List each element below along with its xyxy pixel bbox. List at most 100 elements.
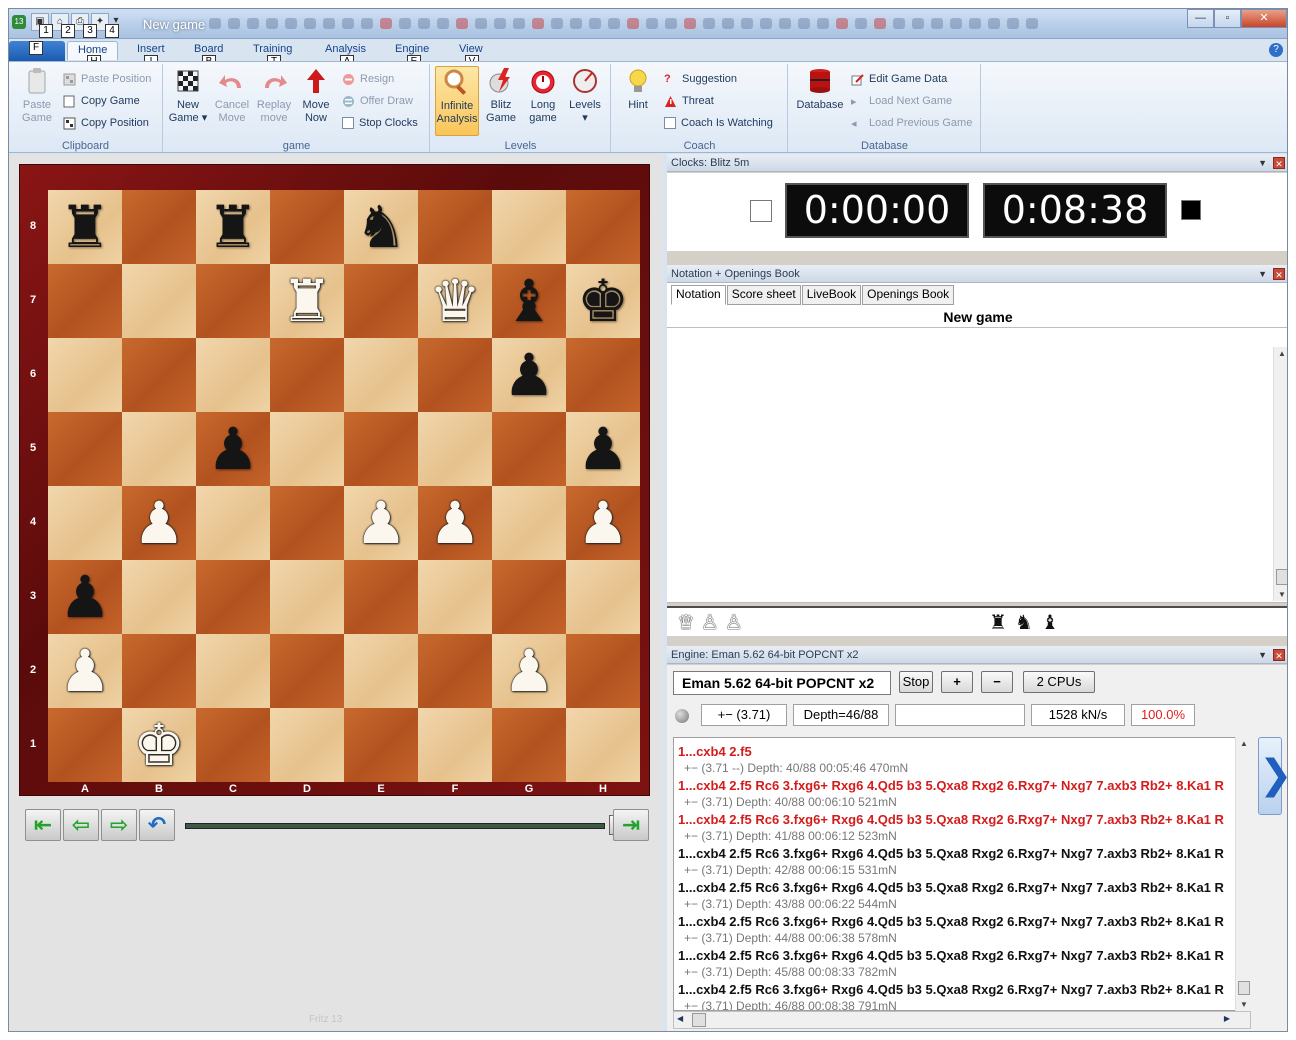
square-d7[interactable]: ♜ xyxy=(270,264,344,338)
coach-is-watching-check[interactable] xyxy=(664,117,676,129)
engine-variation-line[interactable]: 1...cxb4 2.f5 Rc6 3.fxg6+ Rxg6 4.Qd5 b3 … xyxy=(678,778,1224,793)
tab-analysis[interactable]: Analysis xyxy=(325,43,366,55)
resign-button[interactable]: Resign xyxy=(342,70,394,88)
scroll-down-icon[interactable]: ▼ xyxy=(1236,1000,1252,1009)
square-b5[interactable] xyxy=(122,412,196,486)
square-c5[interactable]: ♟ xyxy=(196,412,270,486)
white-queen-piece[interactable]: ♛ xyxy=(429,272,481,330)
white-pawn-piece[interactable]: ♟ xyxy=(503,642,555,700)
square-b2[interactable] xyxy=(122,634,196,708)
square-b3[interactable] xyxy=(122,560,196,634)
engine-expand-icon[interactable]: ❯ xyxy=(1258,737,1287,815)
square-g7[interactable]: ♝ xyxy=(492,264,566,338)
square-e5[interactable] xyxy=(344,412,418,486)
square-a5[interactable] xyxy=(48,412,122,486)
black-pawn-piece[interactable]: ♟ xyxy=(577,420,629,478)
square-d6[interactable] xyxy=(270,338,344,412)
scroll-right-icon[interactable]: ▶ xyxy=(1224,1014,1230,1023)
engine-variation-line[interactable]: 1...cxb4 2.f5 Rc6 3.fxg6+ Rxg6 4.Qd5 b3 … xyxy=(678,982,1224,997)
load-next-game-button[interactable]: ▸ Load Next Game xyxy=(851,92,952,110)
square-g8[interactable] xyxy=(492,190,566,264)
square-a8[interactable]: ♜ xyxy=(48,190,122,264)
square-h6[interactable] xyxy=(566,338,640,412)
tab-notation[interactable]: Notation xyxy=(671,285,726,305)
scroll-left-icon[interactable]: ◀ xyxy=(677,1014,683,1023)
help-icon[interactable]: ? xyxy=(1269,43,1283,57)
engine-horizontal-scrollbar[interactable]: ◀ ▶ xyxy=(673,1011,1251,1029)
black-pawn-piece[interactable]: ♟ xyxy=(503,346,555,404)
levels-button[interactable]: Levels ▾ xyxy=(563,66,607,125)
square-g3[interactable] xyxy=(492,560,566,634)
long-game-button[interactable]: Long game xyxy=(521,66,565,125)
square-b4[interactable]: ♟ xyxy=(122,486,196,560)
square-a4[interactable] xyxy=(48,486,122,560)
black-pawn-piece[interactable]: ♟ xyxy=(59,568,111,626)
forward-button[interactable]: ⇨ xyxy=(101,809,137,841)
black-knight-piece[interactable]: ♞ xyxy=(355,198,407,256)
notation-scrollbar[interactable]: ▲ ▼ xyxy=(1273,347,1287,601)
square-c2[interactable] xyxy=(196,634,270,708)
tab-score-sheet[interactable]: Score sheet xyxy=(726,285,801,305)
remove-line-button[interactable]: − xyxy=(981,671,1013,693)
square-f1[interactable] xyxy=(418,708,492,782)
engine-variation-line[interactable]: 1...cxb4 2.f5 Rc6 3.fxg6+ Rxg6 4.Qd5 b3 … xyxy=(678,948,1224,963)
tab-livebook[interactable]: LiveBook xyxy=(801,285,862,305)
database-button[interactable]: Database xyxy=(795,66,845,112)
cpus-button[interactable]: 2 CPUs xyxy=(1023,671,1095,693)
square-a1[interactable] xyxy=(48,708,122,782)
scroll-thumb[interactable] xyxy=(1238,981,1250,995)
replay-move-button[interactable]: Replay move xyxy=(252,66,296,125)
hscroll-thumb[interactable] xyxy=(692,1013,706,1027)
move-slider-track[interactable] xyxy=(185,823,605,829)
square-g1[interactable] xyxy=(492,708,566,782)
infinite-analysis-button[interactable]: Infinite Analysis xyxy=(435,66,479,136)
square-h1[interactable] xyxy=(566,708,640,782)
white-pawn-piece[interactable]: ♟ xyxy=(59,642,111,700)
back-button[interactable]: ⇦ xyxy=(63,809,99,841)
white-pawn-piece[interactable]: ♟ xyxy=(429,494,481,552)
engine-name-field[interactable]: Eman 5.62 64-bit POPCNT x2 xyxy=(673,671,891,695)
engine-stop-button[interactable]: Stop xyxy=(899,671,933,693)
square-e6[interactable] xyxy=(344,338,418,412)
square-e3[interactable] xyxy=(344,560,418,634)
stop-clocks-check[interactable] xyxy=(342,117,354,129)
white-king-piece[interactable]: ♚ xyxy=(133,716,185,774)
cancel-move-button[interactable]: Cancel Move xyxy=(210,66,254,125)
square-a3[interactable]: ♟ xyxy=(48,560,122,634)
threat-button[interactable]: Threat xyxy=(664,92,714,110)
paste-game-button[interactable]: Paste Game xyxy=(15,66,59,125)
suggestion-button[interactable]: ? Suggestion xyxy=(664,70,737,88)
square-f2[interactable] xyxy=(418,634,492,708)
square-f6[interactable] xyxy=(418,338,492,412)
hint-button[interactable]: Hint xyxy=(616,66,660,112)
pane-close-icon[interactable]: ✕ xyxy=(1273,157,1285,169)
square-h4[interactable]: ♟ xyxy=(566,486,640,560)
black-king-piece[interactable]: ♚ xyxy=(577,272,629,330)
square-a7[interactable] xyxy=(48,264,122,338)
take-back-button[interactable]: ↶ xyxy=(139,809,175,841)
square-h7[interactable]: ♚ xyxy=(566,264,640,338)
move-now-button[interactable]: Move Now xyxy=(294,66,338,125)
black-bishop-piece[interactable]: ♝ xyxy=(503,272,555,330)
square-e4[interactable]: ♟ xyxy=(344,486,418,560)
square-e7[interactable] xyxy=(344,264,418,338)
square-d4[interactable] xyxy=(270,486,344,560)
tab-training[interactable]: Training xyxy=(253,43,292,55)
square-c6[interactable] xyxy=(196,338,270,412)
square-h5[interactable]: ♟ xyxy=(566,412,640,486)
go-to-start-button[interactable]: ⇤ xyxy=(25,809,61,841)
square-f3[interactable] xyxy=(418,560,492,634)
add-line-button[interactable]: + xyxy=(941,671,973,693)
square-f5[interactable] xyxy=(418,412,492,486)
engine-variation-line[interactable]: 1...cxb4 2.f5 Rc6 3.fxg6+ Rxg6 4.Qd5 b3 … xyxy=(678,914,1224,929)
pane-menu-icon[interactable]: ▼ xyxy=(1258,154,1267,172)
square-b7[interactable] xyxy=(122,264,196,338)
square-g6[interactable]: ♟ xyxy=(492,338,566,412)
square-c4[interactable] xyxy=(196,486,270,560)
pane-menu-icon[interactable]: ▼ xyxy=(1258,265,1267,283)
black-pawn-piece[interactable]: ♟ xyxy=(207,420,259,478)
square-g5[interactable] xyxy=(492,412,566,486)
square-d3[interactable] xyxy=(270,560,344,634)
white-pawn-piece[interactable]: ♟ xyxy=(355,494,407,552)
square-f8[interactable] xyxy=(418,190,492,264)
